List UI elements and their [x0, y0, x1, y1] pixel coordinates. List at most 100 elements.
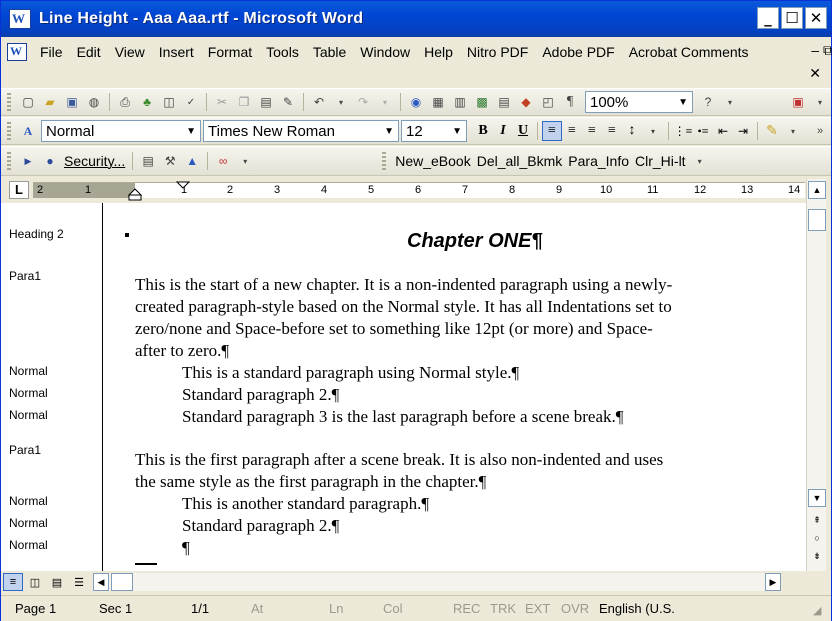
next-page-button[interactable]: ⇟	[808, 547, 826, 565]
web-layout-view-button[interactable]: ◫	[25, 573, 45, 591]
styles-formatting-icon[interactable]: A	[19, 122, 37, 140]
maximize-button[interactable]: ☐	[781, 7, 803, 29]
text-line[interactable]: This is the start of a new chapter. It i…	[135, 274, 775, 296]
show-hide-icon[interactable]: ¶	[561, 93, 579, 111]
document-area[interactable]: Heading 2 Para1 Normal Normal Normal Par…	[1, 203, 806, 571]
font-combo[interactable]: Times New Roman ▼	[203, 120, 399, 142]
redo-dropdown-icon[interactable]: ▾	[376, 93, 394, 111]
style-combo[interactable]: Normal ▼	[41, 120, 201, 142]
doc-restore-button[interactable]: ⧉	[823, 42, 832, 59]
status-trk[interactable]: TRK	[490, 601, 516, 616]
status-ovr[interactable]: OVR	[561, 601, 589, 616]
permission-icon[interactable]: ◍	[85, 93, 103, 111]
print-icon[interactable]: ⎙	[116, 93, 134, 111]
hanging-indent-marker[interactable]	[127, 188, 143, 196]
text-line[interactable]: created paragraph-style based on the Nor…	[135, 296, 775, 318]
horizontal-scroll-thumb[interactable]	[111, 573, 133, 591]
close-button[interactable]: ✕	[805, 7, 827, 29]
text-line[interactable]: Standard paragraph 3 is the last paragra…	[182, 406, 806, 428]
insert-table-icon[interactable]: ▥	[451, 93, 469, 111]
open-icon[interactable]: ▰	[41, 93, 59, 111]
redo-icon[interactable]: ↷	[354, 93, 372, 111]
research-icon[interactable]: ♣	[138, 93, 156, 111]
ruler-indent-markers[interactable]	[33, 179, 805, 201]
text-line[interactable]: after to zero.¶	[135, 340, 775, 362]
numbering-icon[interactable]: ⋮≡	[673, 121, 693, 141]
line-spacing-icon[interactable]: ↕	[622, 121, 642, 141]
menu-view[interactable]: View	[108, 41, 152, 63]
menu-table[interactable]: Table	[306, 41, 353, 63]
line-spacing-dropdown-icon[interactable]: ▾	[644, 122, 662, 140]
outline-view-button[interactable]: ☰	[69, 573, 89, 591]
select-browse-object-button[interactable]: ○	[808, 529, 826, 547]
menu-format[interactable]: Format	[201, 41, 259, 63]
status-language[interactable]: English (U.S.	[599, 601, 675, 616]
text-line[interactable]: This is the first paragraph after a scen…	[135, 449, 775, 471]
toolbar-grip[interactable]	[382, 152, 387, 170]
horizontal-ruler[interactable]: L 2 1 1 2 3 4 5 6 7 8 9 10 11 12 13 14	[1, 177, 831, 203]
paste-icon[interactable]: ▤	[257, 93, 275, 111]
menu-adobe-pdf[interactable]: Adobe PDF	[535, 41, 621, 63]
text-line[interactable]: Standard paragraph 2.¶	[182, 384, 806, 406]
document-map-icon[interactable]: ◰	[539, 93, 557, 111]
toolbar-grip[interactable]	[7, 152, 11, 170]
design-mode-icon[interactable]: ▲	[183, 152, 201, 170]
previous-page-button[interactable]: ⇞	[808, 511, 826, 529]
doc-minimize-button[interactable]: –	[811, 42, 819, 58]
drawing-icon[interactable]: ◆	[517, 93, 535, 111]
italic-button[interactable]: I	[493, 121, 513, 141]
document-icon[interactable]: W	[7, 43, 27, 61]
undo-dropdown-icon[interactable]: ▾	[332, 93, 350, 111]
undo-icon[interactable]: ↶	[310, 93, 328, 111]
tab-selector-button[interactable]: L	[9, 181, 29, 199]
align-right-icon[interactable]: ≡	[582, 121, 602, 141]
scroll-thumb[interactable]	[808, 209, 826, 231]
text-line[interactable]: ¶	[182, 537, 806, 559]
toolbar-grip[interactable]	[7, 122, 11, 140]
toolbar-options-icon[interactable]: ▾	[811, 93, 829, 111]
doc-close-button[interactable]: ✕	[809, 65, 821, 82]
align-left-icon[interactable]: ≡	[542, 121, 562, 141]
resize-grip-icon[interactable]: ◢	[813, 604, 821, 617]
normal-view-button[interactable]: ≡	[3, 573, 23, 591]
copy-icon[interactable]: ❐	[235, 93, 253, 111]
menu-help[interactable]: Help	[417, 41, 460, 63]
title-bar[interactable]: W Line Height - Aaa Aaa.rtf - Microsoft …	[1, 1, 831, 37]
highlight-dropdown-icon[interactable]: ▾	[784, 122, 802, 140]
record-macro-icon[interactable]: ∞	[214, 152, 232, 170]
justify-icon[interactable]: ≡	[602, 121, 622, 141]
toolbar-overflow-icon[interactable]: »	[811, 122, 829, 140]
columns-icon[interactable]: ▤	[495, 93, 513, 111]
help-icon[interactable]: ?	[699, 93, 717, 111]
control-toolbox-icon[interactable]: ▤	[139, 152, 157, 170]
scroll-up-button[interactable]: ▲	[808, 181, 826, 199]
text-line[interactable]: zero/none and Space-before set to someth…	[135, 318, 775, 340]
insert-excel-icon[interactable]: ▩	[473, 93, 491, 111]
macro-toolbar-dropdown-icon[interactable]: ▾	[691, 152, 709, 170]
left-indent-marker[interactable]	[128, 194, 142, 201]
scroll-right-button[interactable]: ▶	[765, 573, 781, 591]
decrease-indent-icon[interactable]: ⇤	[713, 121, 733, 141]
scroll-down-button[interactable]: ▼	[808, 489, 826, 507]
vertical-scrollbar[interactable]: ▲ ▼ ⇞ ○ ⇟	[806, 179, 826, 571]
hyperlink-icon[interactable]: ◉	[407, 93, 425, 111]
underline-button[interactable]: U	[513, 121, 533, 141]
text-line[interactable]: This is another standard paragraph.¶	[182, 493, 806, 515]
read-icon[interactable]: ▣	[789, 93, 807, 111]
help-dropdown-icon[interactable]: ▾	[721, 93, 739, 111]
zoom-combo[interactable]: 100% ▼	[585, 91, 693, 113]
macro-para-info-button[interactable]: Para_Info	[568, 153, 629, 169]
security-button[interactable]: Security...	[64, 153, 125, 169]
print-layout-view-button[interactable]: ▤	[47, 573, 67, 591]
text-line[interactable]: Standard paragraph 2.¶	[182, 515, 806, 537]
minimize-button[interactable]: _	[757, 7, 779, 29]
first-line-indent-marker[interactable]	[175, 181, 191, 189]
horizontal-scrollbar[interactable]	[109, 573, 765, 591]
menu-nitro-pdf[interactable]: Nitro PDF	[460, 41, 535, 63]
macro-clr-hi-lt-button[interactable]: Clr_Hi-lt	[635, 153, 686, 169]
cut-icon[interactable]: ✂	[213, 93, 231, 111]
menu-acrobat-comments[interactable]: Acrobat Comments	[622, 41, 756, 63]
tables-borders-icon[interactable]: ▦	[429, 93, 447, 111]
macro-new-ebook-button[interactable]: New_eBook	[395, 153, 471, 169]
ruler-scale[interactable]: 2 1 1 2 3 4 5 6 7 8 9 10 11 12 13 14	[33, 179, 805, 201]
